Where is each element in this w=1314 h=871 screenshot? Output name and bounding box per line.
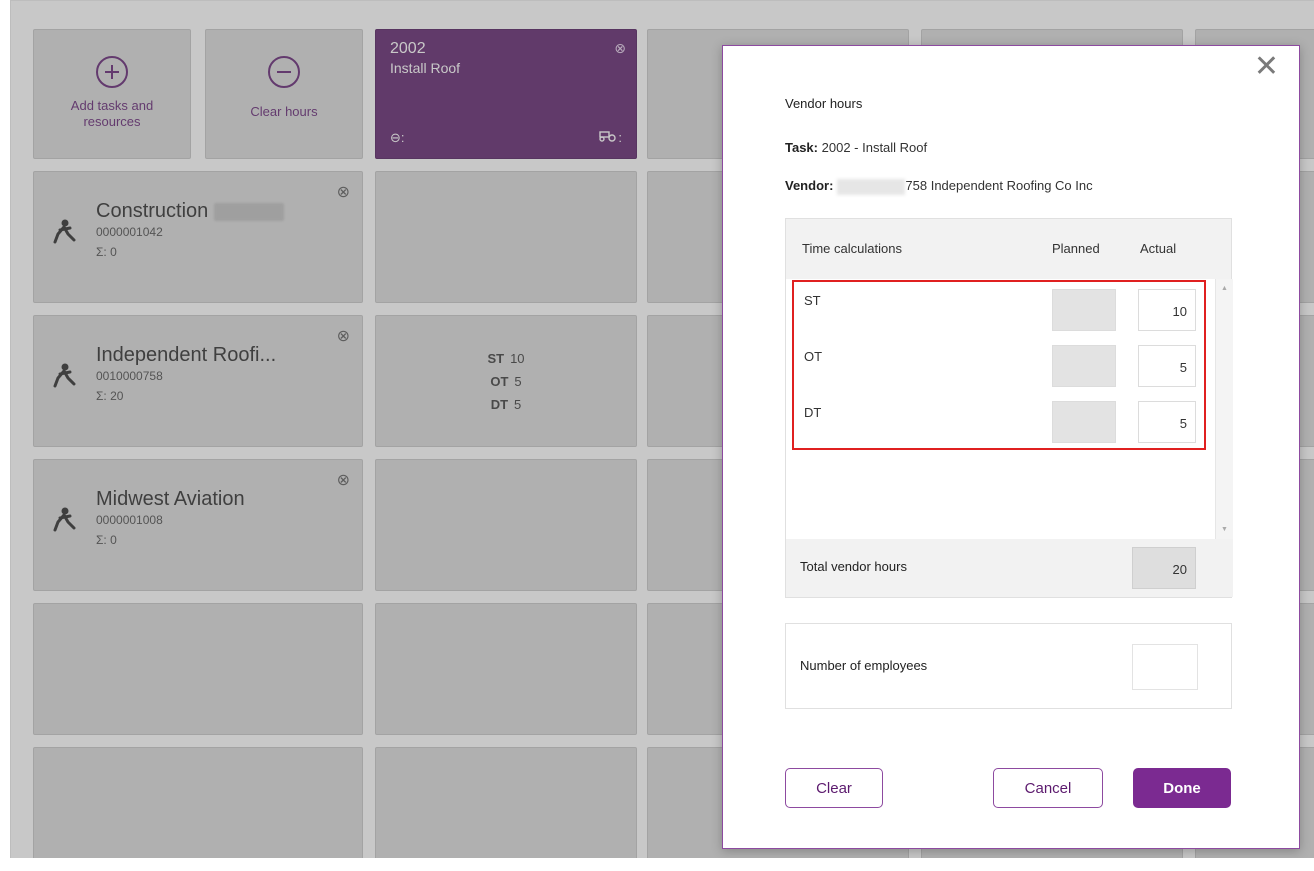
ot-hours: OT 5 bbox=[490, 374, 521, 389]
add-tasks-label-line1: Add tasks and bbox=[70, 98, 154, 113]
empty-tile bbox=[33, 603, 363, 735]
worker-icon bbox=[53, 363, 76, 388]
number-of-employees-input[interactable] bbox=[1132, 644, 1198, 690]
resource-tile-construction[interactable]: ⊗ Construction 0000001042 Σ: 0 bbox=[33, 171, 363, 303]
redacted-text bbox=[213, 202, 284, 221]
st-label: ST bbox=[487, 350, 505, 366]
highlight-box bbox=[792, 280, 1206, 450]
clear-button[interactable]: Clear bbox=[785, 768, 883, 808]
clear-hours-button[interactable]: Clear hours bbox=[205, 29, 363, 159]
vendor-value: 758 Independent Roofing Co Inc bbox=[905, 178, 1093, 193]
resource-tile-midwest-aviation[interactable]: ⊗ Midwest Aviation 0000001008 Σ: 0 bbox=[33, 459, 363, 591]
col-planned: Planned bbox=[1052, 241, 1100, 256]
equipment-count: : bbox=[618, 130, 622, 145]
task-line: Task: 2002 - Install Roof bbox=[785, 140, 927, 155]
scroll-down-icon[interactable]: ▼ bbox=[1221, 526, 1228, 533]
scroll-up-icon[interactable]: ▲ bbox=[1221, 285, 1228, 292]
task-label: Task: bbox=[785, 140, 818, 155]
resource-text: Construction 0000001042 Σ: 0 bbox=[96, 200, 284, 259]
resource-name: Independent Roofi... bbox=[96, 344, 277, 366]
close-circle-icon[interactable]: ⊗ bbox=[614, 40, 626, 57]
table-footer: Total vendor hours 20 bbox=[786, 539, 1233, 597]
tractor-icon bbox=[599, 131, 617, 142]
resource-text: Independent Roofi... 0010000758 Σ: 20 bbox=[96, 344, 276, 403]
total-vendor-hours-label: Total vendor hours bbox=[800, 559, 907, 574]
table-header: Time calculations Planned Actual bbox=[786, 219, 1231, 279]
worker-icon bbox=[53, 219, 76, 244]
add-tasks-label: Add tasks and resources bbox=[71, 98, 153, 130]
close-circle-icon[interactable]: ⊗ bbox=[337, 470, 350, 490]
resource-name: Midwest Aviation bbox=[96, 488, 245, 510]
vendor-hours-dialog: ✕ Vendor hours Task: 2002 - Install Roof… bbox=[722, 45, 1300, 849]
redacted-text bbox=[837, 178, 906, 195]
close-circle-icon[interactable]: ⊗ bbox=[337, 326, 350, 346]
task-number: 2002 bbox=[390, 40, 426, 57]
resource-id: 0000001042 bbox=[96, 225, 163, 239]
resource-sum: Σ: 0 bbox=[96, 533, 117, 547]
resource-id: 0000001008 bbox=[96, 513, 163, 527]
resource-id: 0010000758 bbox=[96, 369, 163, 383]
app-frame: Add tasks and resources Clear hours 2002… bbox=[10, 0, 1314, 858]
empty-tile bbox=[375, 747, 637, 858]
resource-sum: Σ: 0 bbox=[96, 245, 117, 259]
task-value: 2002 - Install Roof bbox=[821, 140, 928, 155]
task-name: Install Roof bbox=[390, 60, 461, 76]
helmet-icon: ⊖: bbox=[390, 130, 405, 145]
empty-tile bbox=[375, 603, 637, 735]
time-calculations-table: Time calculations Planned Actual ST 10 O… bbox=[785, 218, 1233, 598]
resource-tile-independent-roofing[interactable]: ⊗ Independent Roofi... 0010000758 Σ: 20 bbox=[33, 315, 363, 447]
table-scrollbar[interactable]: ▲ ▼ bbox=[1215, 279, 1233, 539]
task-tile-2002[interactable]: 2002 Install Roof ⊗ ⊖: : bbox=[375, 29, 637, 159]
number-of-employees-label: Number of employees bbox=[800, 658, 928, 673]
resource-name-text: Construction bbox=[96, 200, 209, 222]
close-icon[interactable]: ✕ bbox=[1254, 52, 1279, 82]
st-value: 10 bbox=[510, 350, 525, 366]
add-tasks-label-line2: resources bbox=[83, 114, 141, 129]
dt-hours: DT 5 bbox=[491, 397, 522, 412]
dialog-title: Vendor hours bbox=[785, 96, 863, 111]
hours-cell-filled[interactable]: ST 10 OT 5 DT 5 bbox=[375, 315, 637, 447]
col-time-calculations: Time calculations bbox=[802, 241, 902, 256]
vendor-line: Vendor: 758 Independent Roofing Co Inc bbox=[785, 178, 1093, 195]
resource-text: Midwest Aviation 0000001008 Σ: 0 bbox=[96, 488, 245, 547]
st-hours: ST 10 bbox=[487, 351, 524, 366]
table-body: ST 10 OT 5 DT 5 ▲ ▼ bbox=[786, 279, 1233, 539]
plus-circle-icon bbox=[96, 56, 128, 88]
resource-name: Construction bbox=[96, 200, 284, 223]
ot-label: OT bbox=[490, 373, 509, 389]
cancel-button[interactable]: Cancel bbox=[993, 768, 1103, 808]
resource-sum: Σ: 20 bbox=[96, 389, 124, 403]
hours-cell[interactable] bbox=[375, 171, 637, 303]
vendor-label: Vendor: bbox=[785, 178, 834, 193]
dt-label: DT bbox=[490, 396, 509, 412]
clear-hours-label: Clear hours bbox=[250, 104, 318, 119]
employees-section: Number of employees bbox=[785, 623, 1232, 709]
task-footer: ⊖: : bbox=[390, 130, 622, 146]
equipment-icon: : bbox=[598, 130, 622, 146]
worker-icon bbox=[53, 507, 76, 532]
hours-cell[interactable] bbox=[375, 459, 637, 591]
done-button[interactable]: Done bbox=[1133, 768, 1231, 808]
total-vendor-hours-value: 20 bbox=[1132, 547, 1196, 589]
dt-value: 5 bbox=[514, 396, 522, 412]
empty-tile bbox=[33, 747, 363, 858]
ot-value: 5 bbox=[514, 373, 522, 389]
close-circle-icon[interactable]: ⊗ bbox=[337, 182, 350, 202]
col-actual: Actual bbox=[1140, 241, 1177, 256]
add-tasks-button[interactable]: Add tasks and resources bbox=[33, 29, 191, 159]
minus-circle-icon bbox=[268, 56, 300, 88]
